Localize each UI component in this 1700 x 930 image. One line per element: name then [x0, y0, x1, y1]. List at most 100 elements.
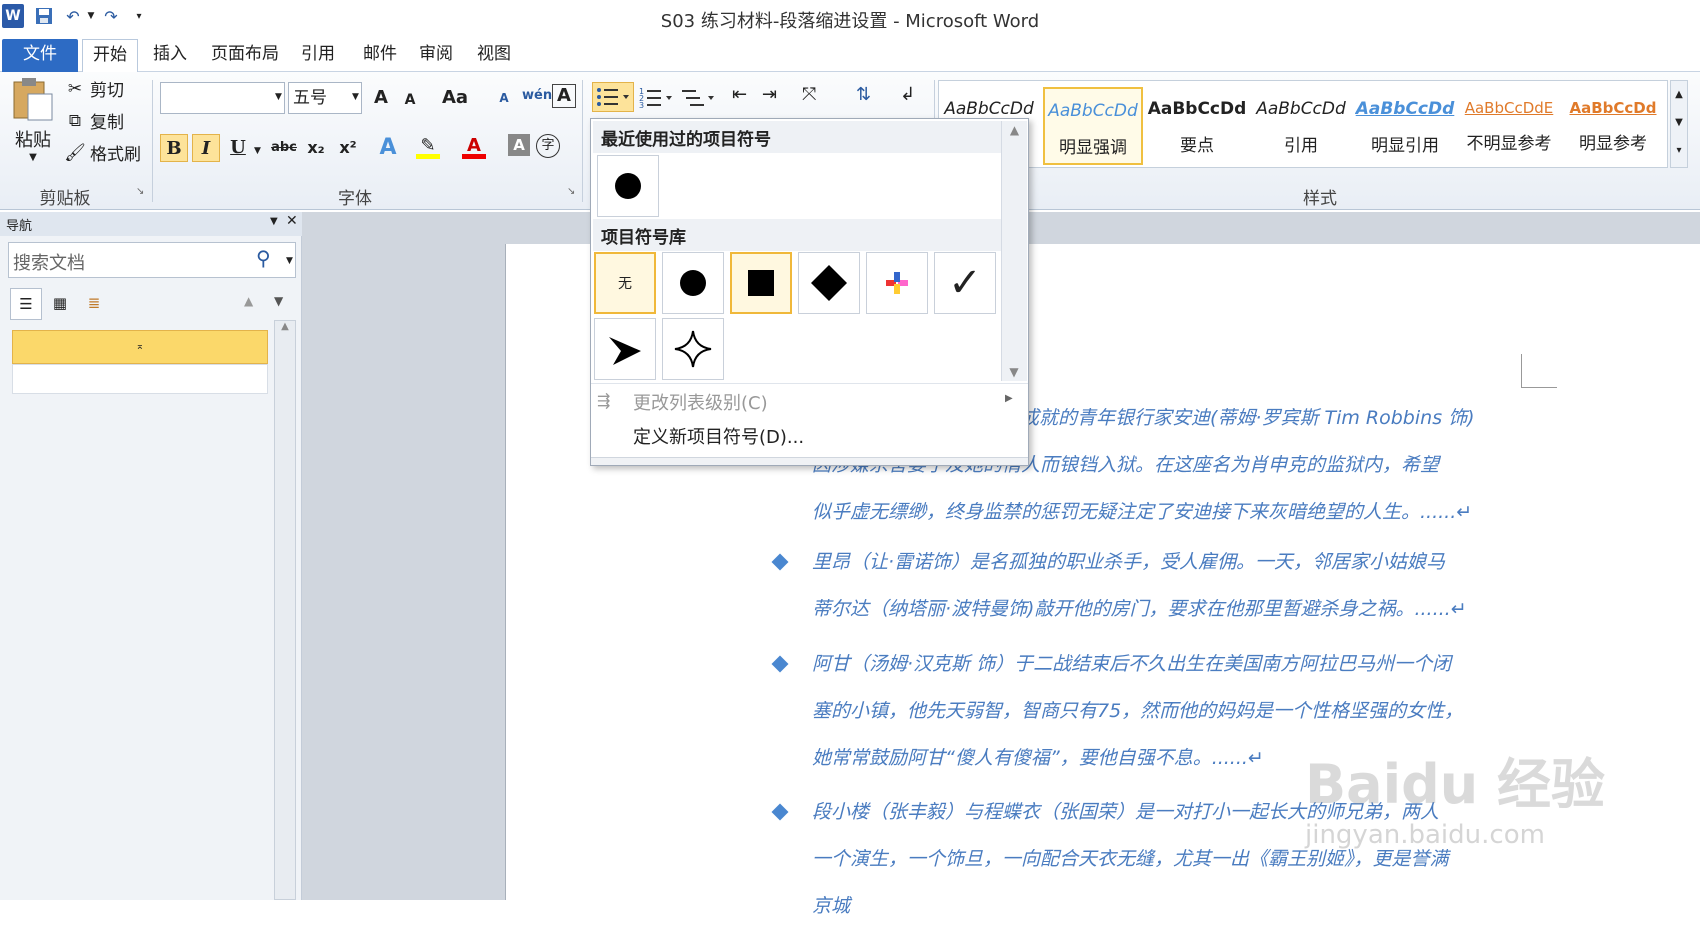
style-item-5[interactable]: AaBbCcDd 明显引用 — [1355, 87, 1455, 165]
paste-button[interactable]: 粘贴 ▼ — [10, 76, 56, 176]
pinyin-guide-icon[interactable]: wén — [522, 82, 552, 110]
increase-indent-icon[interactable]: ⇥ — [762, 84, 788, 112]
define-new-bullet-item[interactable]: 定义新项目符号(D)... — [633, 423, 804, 449]
subscript-button[interactable]: x₂ — [302, 134, 330, 162]
heading-item-selected[interactable]: ⌅ — [12, 330, 268, 364]
paste-dropdown-icon: ▼ — [29, 152, 37, 163]
scroll-up-icon[interactable]: ▲ — [1002, 123, 1027, 137]
bullets-button[interactable] — [592, 82, 634, 112]
bullet-four-color[interactable] — [866, 252, 928, 314]
font-color-icon[interactable]: A — [460, 132, 488, 160]
show-formatting-icon[interactable]: ↲ — [900, 84, 926, 112]
underline-button[interactable]: U — [224, 134, 252, 162]
bullet-arrow[interactable] — [594, 318, 656, 380]
scroll-up-icon[interactable]: ▲ — [275, 321, 295, 332]
font-name-field[interactable] — [160, 82, 285, 114]
paste-icon — [13, 78, 53, 121]
bullet-none[interactable]: 无 — [594, 252, 656, 314]
character-shading-icon[interactable]: A — [508, 134, 530, 156]
search-input[interactable]: 搜索文档 — [8, 242, 296, 278]
bullet-library-dropdown: 最近使用过的项目符号 项目符号库 无 ✓ ▲ ▼ ⇶ 更改列表级别(C) ▶ 定… — [590, 118, 1029, 466]
heading-item[interactable] — [12, 364, 268, 394]
style-name: 明显参考 — [1579, 134, 1647, 154]
dropdown-scrollbar[interactable]: ▲ ▼ — [1001, 121, 1027, 381]
font-launcher-icon[interactable]: ↘ — [567, 186, 575, 197]
character-border-icon[interactable]: A — [552, 84, 576, 108]
strikethrough-button[interactable]: abc — [268, 134, 300, 162]
text-effects-icon[interactable]: A — [374, 134, 402, 162]
bullet-diamond[interactable] — [798, 252, 860, 314]
style-preview: AaBbCcDd — [1147, 99, 1247, 119]
bullet-circle[interactable] — [662, 252, 724, 314]
style-item-6[interactable]: AaBbCcDdE 不明显参考 — [1459, 87, 1559, 165]
multilevel-list-button[interactable] — [680, 84, 718, 112]
previous-heading-icon[interactable]: ▲ — [244, 294, 253, 308]
clipboard-launcher-icon[interactable]: ↘ — [136, 186, 144, 197]
change-case-icon[interactable]: Aa — [438, 84, 472, 112]
bullet-library-header: 项目符号库 — [593, 219, 1001, 251]
bold-button[interactable]: B — [160, 134, 188, 162]
tab-home[interactable]: 开始 — [82, 39, 138, 73]
paragraph-1-line-1: 成就的青年银行家安迪(蒂姆·罗宾斯 Tim Robbins 饰) — [1020, 407, 1475, 429]
shrink-font-icon[interactable]: A — [396, 86, 424, 114]
styles-scroll[interactable]: ▲ ▼ ▾ — [1670, 80, 1688, 168]
bullet-check[interactable]: ✓ — [934, 252, 996, 314]
dropdown-resize-grip[interactable] — [591, 457, 1028, 465]
superscript-button[interactable]: x² — [334, 134, 362, 162]
bullet-diamond-icon — [770, 552, 790, 572]
change-list-level-item[interactable]: 更改列表级别(C) — [633, 389, 768, 415]
search-icon[interactable]: ⚲ — [256, 246, 271, 270]
tab-insert[interactable]: 插入 — [148, 39, 192, 72]
copy-label: 复制 — [90, 113, 124, 133]
bullet-diamond-icon — [770, 802, 790, 822]
font-size-field[interactable]: 五号 — [288, 82, 362, 114]
nav-menu-icon[interactable]: ▼ — [270, 216, 278, 227]
format-painter-button[interactable]: 🖌 格式刷 — [64, 140, 141, 166]
ribbon-tab-bar: 文件 开始 插入 页面布局 引用 邮件 审阅 视图 — [0, 34, 1700, 73]
tab-view[interactable]: 视图 — [472, 39, 516, 72]
chinese-layout-icon[interactable]: ⤧ — [802, 84, 838, 112]
style-item-2[interactable]: AaBbCcDd 明显强调 — [1043, 87, 1143, 165]
tab-page-layout[interactable]: 页面布局 — [205, 39, 285, 72]
style-item-3[interactable]: AaBbCcDd 要点 — [1147, 87, 1247, 165]
next-heading-icon[interactable]: ▼ — [274, 294, 283, 308]
style-item-4[interactable]: AaBbCcDd 引用 — [1251, 87, 1351, 165]
tab-review[interactable]: 审阅 — [414, 39, 458, 72]
tab-file[interactable]: 文件 — [2, 39, 78, 72]
tab-mailings[interactable]: 邮件 — [358, 39, 402, 72]
style-name: 不明显参考 — [1466, 134, 1552, 154]
paragraph-2-line-1: 里昂（让·雷诺饰）是名孤独的职业杀手，受人雇佣。一天，邻居家小姑娘马 — [812, 551, 1446, 573]
bullet-star[interactable] — [662, 318, 724, 380]
italic-button[interactable]: I — [192, 134, 220, 162]
font-size-dropdown-icon[interactable]: ▼ — [352, 92, 359, 102]
cut-button[interactable]: ✂ 剪切 — [64, 76, 124, 102]
watermark-brand: Baidu 经验 — [1305, 753, 1606, 816]
sort-icon[interactable]: ⇅ — [856, 84, 882, 112]
title-bar: W ↶ ▼ ↷ ▾ S03 练习材料-段落缩进设置 - Microsoft Wo… — [0, 0, 1700, 34]
divider — [152, 80, 153, 202]
tab-references[interactable]: 引用 — [296, 39, 340, 72]
scroll-down-icon[interactable]: ▼ — [1002, 365, 1026, 379]
window-title: S03 练习材料-段落缩进设置 - Microsoft Word — [660, 11, 1040, 32]
enclose-characters-icon[interactable]: 字 — [536, 134, 560, 158]
numbering-button[interactable]: 123 — [638, 84, 676, 112]
headings-view-icon[interactable]: ☰ — [10, 288, 42, 320]
search-dropdown-icon[interactable]: ▼ — [286, 256, 293, 266]
close-icon[interactable]: ✕ — [286, 213, 298, 229]
highlight-icon[interactable]: ✎ — [414, 132, 442, 160]
bullet-square[interactable] — [730, 252, 792, 314]
font-name-dropdown-icon[interactable]: ▼ — [275, 92, 282, 102]
recent-bullet-circle[interactable] — [597, 155, 659, 217]
submenu-arrow-icon: ▶ — [1005, 393, 1013, 404]
nav-scrollbar[interactable]: ▲ — [274, 320, 296, 900]
style-preview: AaBbCcDd — [1048, 101, 1138, 121]
style-item-7[interactable]: AaBbCcDd 明显参考 — [1563, 87, 1663, 165]
watermark-url: jingyan.baidu.com — [1305, 820, 1545, 850]
decrease-indent-icon[interactable]: ⇤ — [732, 84, 758, 112]
copy-button[interactable]: ⧉ 复制 — [64, 108, 124, 134]
grow-font-icon[interactable]: A — [367, 84, 395, 112]
clear-format-icon[interactable]: A — [490, 84, 518, 112]
results-view-icon[interactable]: ≣ — [78, 288, 110, 320]
underline-dropdown-icon[interactable]: ▼ — [254, 146, 261, 156]
pages-view-icon[interactable]: ▦ — [44, 288, 76, 320]
